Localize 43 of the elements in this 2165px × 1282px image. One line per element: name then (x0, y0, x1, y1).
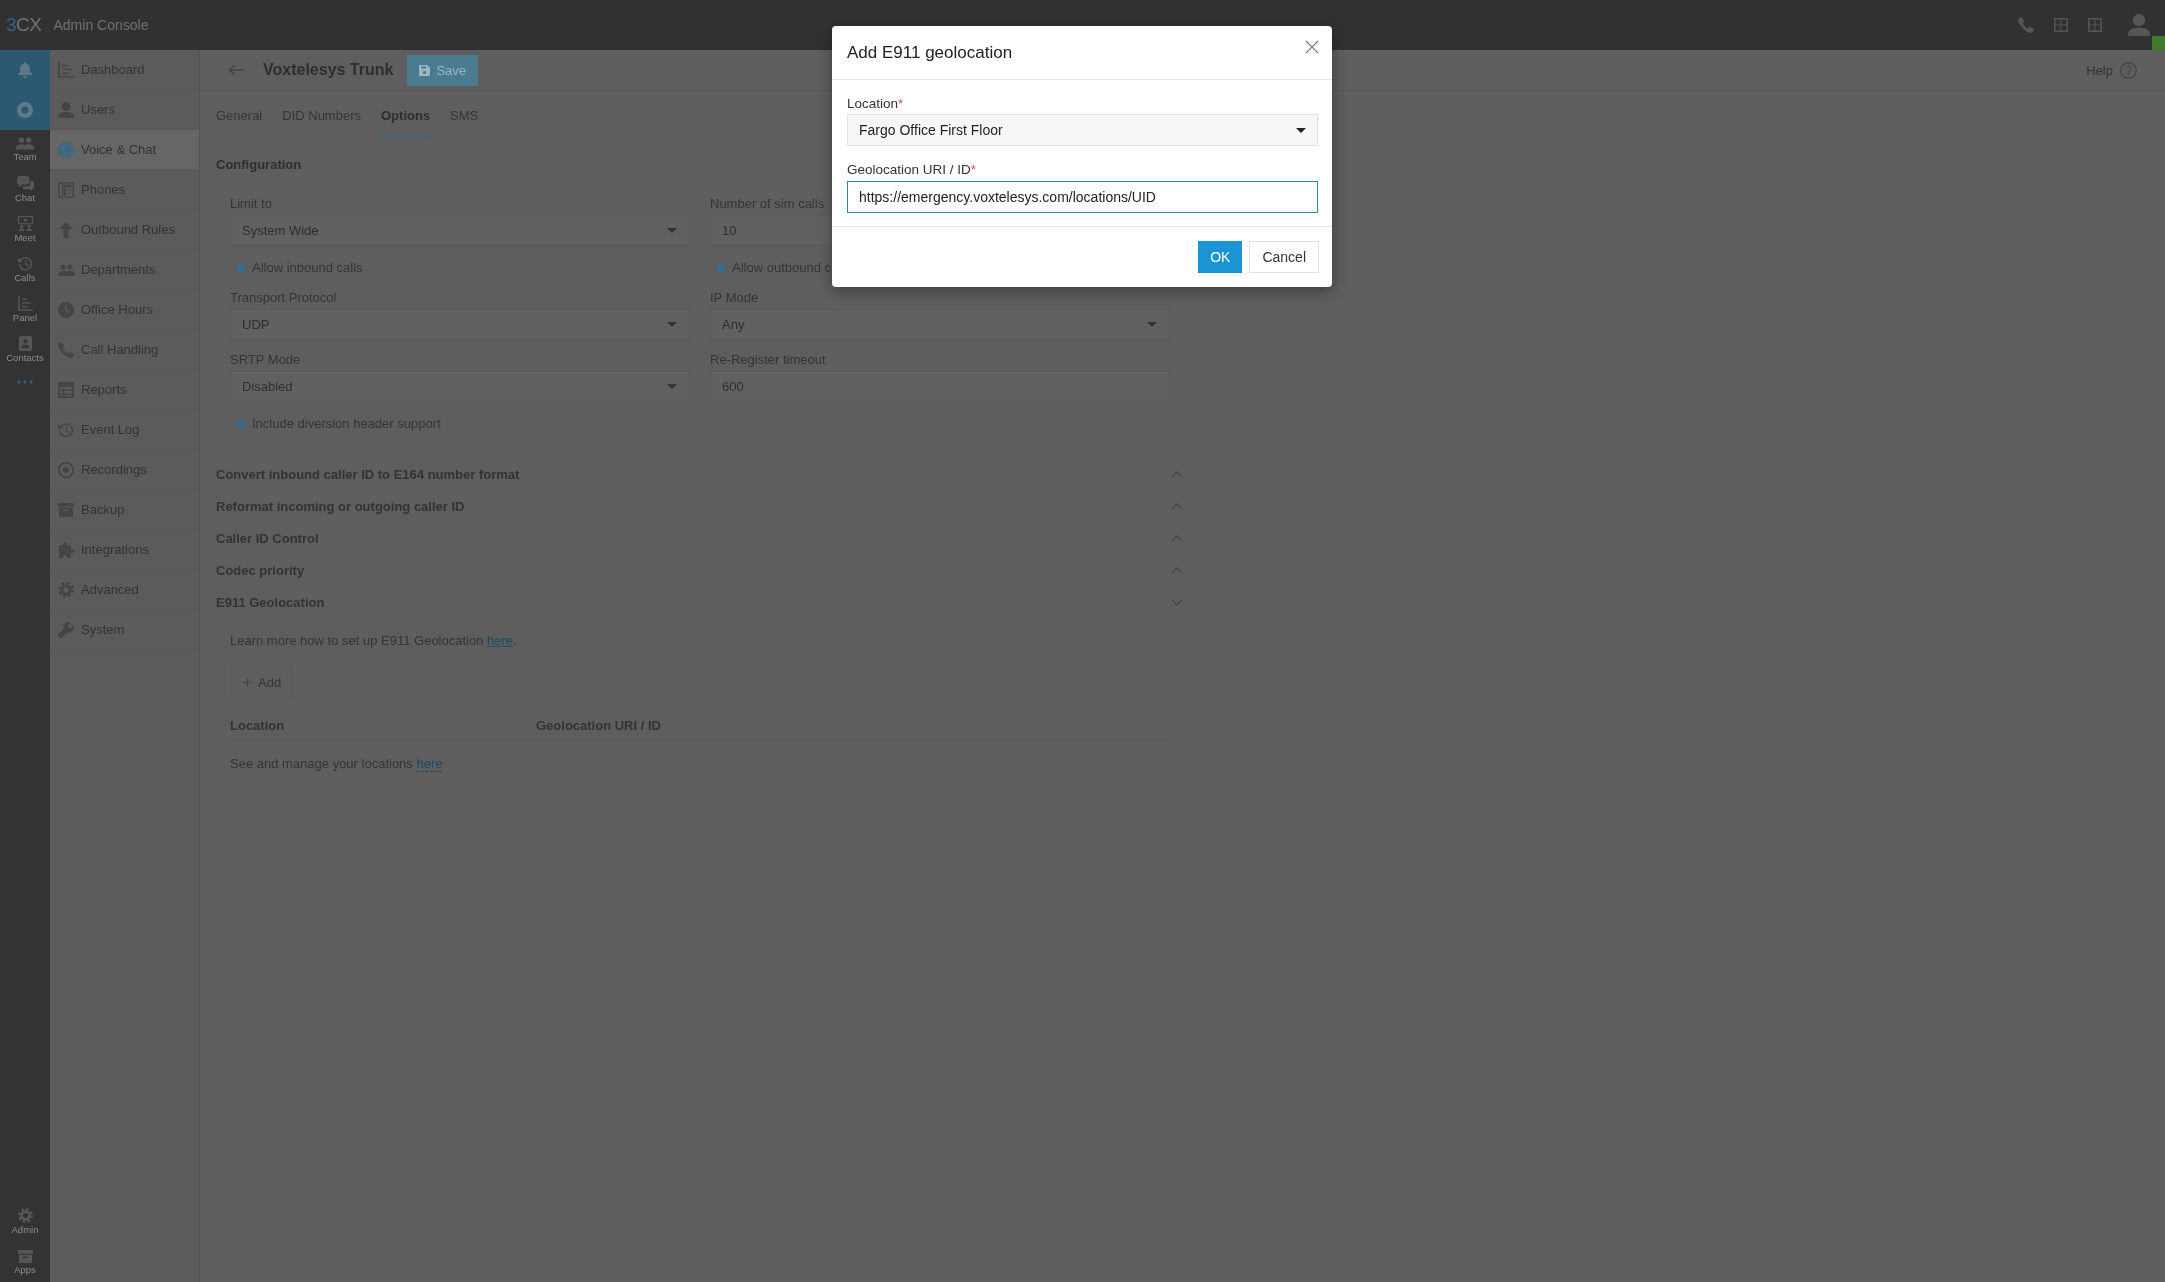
ok-button[interactable]: OK (1198, 241, 1243, 273)
select-field[interactable]: Fargo Office First Floor (847, 114, 1318, 146)
ring-icon[interactable] (17, 102, 33, 118)
field-label: Geolocation URI / ID* (847, 161, 977, 179)
back-arrow-icon[interactable] (228, 64, 244, 76)
status-icon (2152, 36, 2165, 50)
field-label: Location* (847, 95, 904, 113)
people-icon (16, 137, 34, 150)
caret-icon (667, 384, 677, 389)
caret-icon (1147, 322, 1157, 327)
checkbox[interactable] (717, 264, 725, 272)
logo: 3CX (6, 14, 42, 36)
manage-locations-link[interactable]: here (416, 756, 443, 772)
bell-icon[interactable] (18, 62, 32, 78)
bar-chart-icon (17, 296, 33, 311)
cancel-button[interactable]: Cancel (1249, 241, 1319, 273)
settings-icon (17, 1208, 33, 1223)
input-field[interactable]: https://emergency.voxtelesys.com/locations/UID (847, 181, 1318, 213)
app-title: Admin Console (53, 17, 149, 33)
save-button[interactable]: Save (407, 54, 479, 86)
grid-icon[interactable] (2054, 18, 2068, 32)
caret-icon (667, 322, 677, 327)
phone-icon[interactable] (2018, 17, 2034, 33)
more-icon[interactable] (17, 380, 33, 384)
rail-item[interactable]: Apps (0, 1242, 50, 1282)
meeting-icon (17, 216, 33, 231)
caret-icon (1296, 127, 1306, 133)
grid-icon[interactable] (2088, 18, 2102, 32)
chat-icon (16, 176, 34, 191)
checkbox[interactable] (237, 420, 245, 428)
globe-icon (58, 141, 74, 158)
floppy-icon (419, 64, 431, 76)
learn-more-link[interactable]: here (487, 633, 514, 648)
contact-card-icon (18, 336, 32, 351)
history-icon (17, 256, 33, 271)
caret-icon (667, 228, 677, 233)
close-icon[interactable] (1305, 40, 1319, 54)
box-icon (17, 1249, 33, 1263)
user-icon[interactable] (2128, 14, 2150, 36)
dialog-title: Add E911 geolocation (847, 42, 1013, 63)
checkbox[interactable] (237, 264, 245, 272)
help-icon[interactable] (2120, 61, 2137, 79)
plus-icon (243, 677, 252, 687)
